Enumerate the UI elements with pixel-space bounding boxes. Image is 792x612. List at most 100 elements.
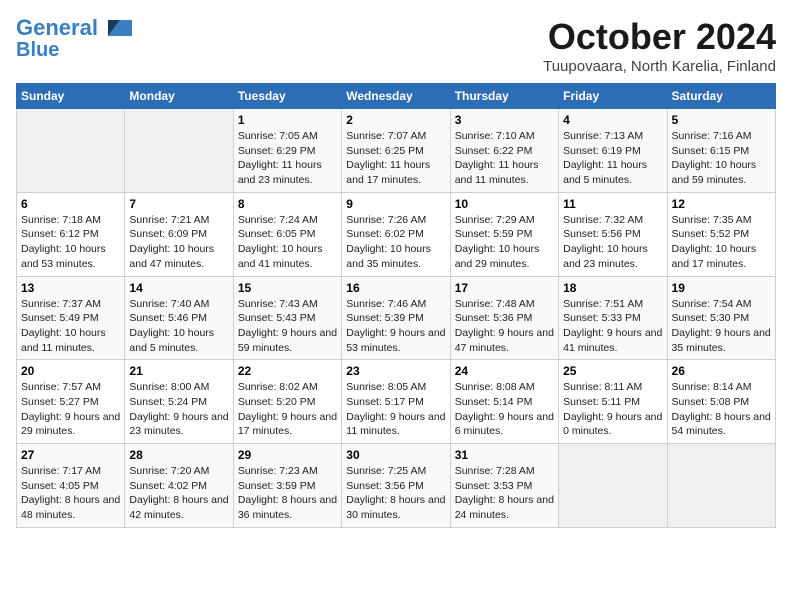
day-number: 30	[346, 448, 445, 462]
calendar-week-row: 6Sunrise: 7:18 AMSunset: 6:12 PMDaylight…	[17, 192, 776, 276]
day-info: Sunrise: 7:05 AMSunset: 6:29 PMDaylight:…	[238, 129, 337, 188]
day-of-week-header: Tuesday	[233, 84, 341, 109]
day-info: Sunrise: 7:07 AMSunset: 6:25 PMDaylight:…	[346, 129, 445, 188]
day-number: 19	[672, 281, 771, 295]
calendar-cell: 15 Sunrise: 7:43 AMSunset: 5:43 PMDayligh…	[233, 276, 341, 360]
calendar-cell: 4 Sunrise: 7:13 AMSunset: 6:19 PMDaylight…	[559, 109, 667, 193]
calendar-cell: 27Sunrise: 7:17 AMSunset: 4:05 PMDayligh…	[17, 444, 125, 528]
calendar-cell: 3 Sunrise: 7:10 AMSunset: 6:22 PMDaylight…	[450, 109, 558, 193]
day-info: Sunrise: 7:48 AMSunset: 5:36 PMDaylight:…	[455, 297, 554, 356]
calendar-cell: 28 Sunrise: 7:20 AMSunset: 4:02 PMDayligh…	[125, 444, 233, 528]
day-number: 8	[238, 197, 337, 211]
day-number: 1	[238, 113, 337, 127]
calendar-cell: 17 Sunrise: 7:48 AMSunset: 5:36 PMDayligh…	[450, 276, 558, 360]
logo-text: General	[16, 17, 98, 39]
day-number: 31	[455, 448, 554, 462]
calendar-week-row: 1 Sunrise: 7:05 AMSunset: 6:29 PMDaylight…	[17, 109, 776, 193]
day-number: 2	[346, 113, 445, 127]
calendar-cell: 12 Sunrise: 7:35 AMSunset: 5:52 PMDayligh…	[667, 192, 775, 276]
day-number: 28	[129, 448, 228, 462]
calendar-cell: 1 Sunrise: 7:05 AMSunset: 6:29 PMDaylight…	[233, 109, 341, 193]
calendar-cell: 30Sunrise: 7:25 AMSunset: 3:56 PMDayligh…	[342, 444, 450, 528]
day-info: Sunrise: 7:57 AMSunset: 5:27 PMDaylight:…	[21, 380, 120, 439]
calendar-cell: 31 Sunrise: 7:28 AMSunset: 3:53 PMDayligh…	[450, 444, 558, 528]
day-info: Sunrise: 7:16 AMSunset: 6:15 PMDaylight:…	[672, 129, 771, 188]
calendar-cell	[667, 444, 775, 528]
day-info: Sunrise: 7:28 AMSunset: 3:53 PMDaylight:…	[455, 464, 554, 523]
calendar-cell: 24 Sunrise: 8:08 AMSunset: 5:14 PMDayligh…	[450, 360, 558, 444]
calendar-cell: 9 Sunrise: 7:26 AMSunset: 6:02 PMDaylight…	[342, 192, 450, 276]
day-of-week-header: Monday	[125, 84, 233, 109]
day-number: 3	[455, 113, 554, 127]
day-info: Sunrise: 7:46 AMSunset: 5:39 PMDaylight:…	[346, 297, 445, 356]
month-title: October 2024	[543, 16, 776, 58]
day-info: Sunrise: 7:13 AMSunset: 6:19 PMDaylight:…	[563, 129, 662, 188]
calendar-cell	[17, 109, 125, 193]
day-number: 20	[21, 364, 120, 378]
day-of-week-header: Sunday	[17, 84, 125, 109]
day-info: Sunrise: 7:10 AMSunset: 6:22 PMDaylight:…	[455, 129, 554, 188]
calendar-cell: 11 Sunrise: 7:32 AMSunset: 5:56 PMDayligh…	[559, 192, 667, 276]
day-info: Sunrise: 7:51 AMSunset: 5:33 PMDaylight:…	[563, 297, 662, 356]
calendar-cell: 10 Sunrise: 7:29 AMSunset: 5:59 PMDayligh…	[450, 192, 558, 276]
calendar-cell: 16Sunrise: 7:46 AMSunset: 5:39 PMDayligh…	[342, 276, 450, 360]
day-number: 13	[21, 281, 120, 295]
day-number: 12	[672, 197, 771, 211]
day-number: 11	[563, 197, 662, 211]
day-info: Sunrise: 7:18 AMSunset: 6:12 PMDaylight:…	[21, 213, 120, 272]
day-number: 25	[563, 364, 662, 378]
day-number: 29	[238, 448, 337, 462]
day-number: 17	[455, 281, 554, 295]
day-number: 9	[346, 197, 445, 211]
calendar-week-row: 13Sunrise: 7:37 AMSunset: 5:49 PMDayligh…	[17, 276, 776, 360]
day-info: Sunrise: 7:32 AMSunset: 5:56 PMDaylight:…	[563, 213, 662, 272]
day-number: 18	[563, 281, 662, 295]
calendar-cell: 26Sunrise: 8:14 AMSunset: 5:08 PMDayligh…	[667, 360, 775, 444]
day-info: Sunrise: 7:35 AMSunset: 5:52 PMDaylight:…	[672, 213, 771, 272]
day-number: 23	[346, 364, 445, 378]
day-info: Sunrise: 7:26 AMSunset: 6:02 PMDaylight:…	[346, 213, 445, 272]
day-info: Sunrise: 8:05 AMSunset: 5:17 PMDaylight:…	[346, 380, 445, 439]
calendar-cell: 19Sunrise: 7:54 AMSunset: 5:30 PMDayligh…	[667, 276, 775, 360]
calendar-week-row: 27Sunrise: 7:17 AMSunset: 4:05 PMDayligh…	[17, 444, 776, 528]
day-info: Sunrise: 8:00 AMSunset: 5:24 PMDaylight:…	[129, 380, 228, 439]
calendar-cell: 13Sunrise: 7:37 AMSunset: 5:49 PMDayligh…	[17, 276, 125, 360]
calendar-cell: 14Sunrise: 7:40 AMSunset: 5:46 PMDayligh…	[125, 276, 233, 360]
calendar-cell: 5 Sunrise: 7:16 AMSunset: 6:15 PMDaylight…	[667, 109, 775, 193]
day-number: 22	[238, 364, 337, 378]
calendar-table: SundayMondayTuesdayWednesdayThursdayFrid…	[16, 83, 776, 528]
day-number: 24	[455, 364, 554, 378]
day-number: 21	[129, 364, 228, 378]
day-info: Sunrise: 8:14 AMSunset: 5:08 PMDaylight:…	[672, 380, 771, 439]
day-number: 15	[238, 281, 337, 295]
calendar-cell: 25 Sunrise: 8:11 AMSunset: 5:11 PMDayligh…	[559, 360, 667, 444]
day-number: 7	[129, 197, 228, 211]
calendar-cell	[559, 444, 667, 528]
calendar-cell: 8 Sunrise: 7:24 AMSunset: 6:05 PMDaylight…	[233, 192, 341, 276]
day-info: Sunrise: 7:20 AMSunset: 4:02 PMDaylight:…	[129, 464, 228, 523]
day-number: 10	[455, 197, 554, 211]
day-number: 5	[672, 113, 771, 127]
calendar-cell: 22 Sunrise: 8:02 AMSunset: 5:20 PMDayligh…	[233, 360, 341, 444]
day-info: Sunrise: 8:11 AMSunset: 5:11 PMDaylight:…	[563, 380, 662, 439]
day-info: Sunrise: 7:43 AMSunset: 5:43 PMDaylight:…	[238, 297, 337, 356]
calendar-header-row: SundayMondayTuesdayWednesdayThursdayFrid…	[17, 84, 776, 109]
day-info: Sunrise: 8:08 AMSunset: 5:14 PMDaylight:…	[455, 380, 554, 439]
day-info: Sunrise: 7:29 AMSunset: 5:59 PMDaylight:…	[455, 213, 554, 272]
day-number: 4	[563, 113, 662, 127]
day-info: Sunrise: 7:21 AMSunset: 6:09 PMDaylight:…	[129, 213, 228, 272]
calendar-cell: 29 Sunrise: 7:23 AMSunset: 3:59 PMDayligh…	[233, 444, 341, 528]
calendar-cell: 6Sunrise: 7:18 AMSunset: 6:12 PMDaylight…	[17, 192, 125, 276]
logo-icon	[100, 16, 132, 40]
calendar-cell: 7 Sunrise: 7:21 AMSunset: 6:09 PMDaylight…	[125, 192, 233, 276]
calendar-cell: 23 Sunrise: 8:05 AMSunset: 5:17 PMDayligh…	[342, 360, 450, 444]
day-of-week-header: Saturday	[667, 84, 775, 109]
page-header: General Blue October 2024 Tuupovaara, No…	[16, 16, 776, 75]
title-area: October 2024 Tuupovaara, North Karelia, …	[543, 16, 776, 75]
day-info: Sunrise: 7:23 AMSunset: 3:59 PMDaylight:…	[238, 464, 337, 523]
day-number: 14	[129, 281, 228, 295]
day-info: Sunrise: 8:02 AMSunset: 5:20 PMDaylight:…	[238, 380, 337, 439]
day-of-week-header: Wednesday	[342, 84, 450, 109]
day-of-week-header: Friday	[559, 84, 667, 109]
day-info: Sunrise: 7:24 AMSunset: 6:05 PMDaylight:…	[238, 213, 337, 272]
